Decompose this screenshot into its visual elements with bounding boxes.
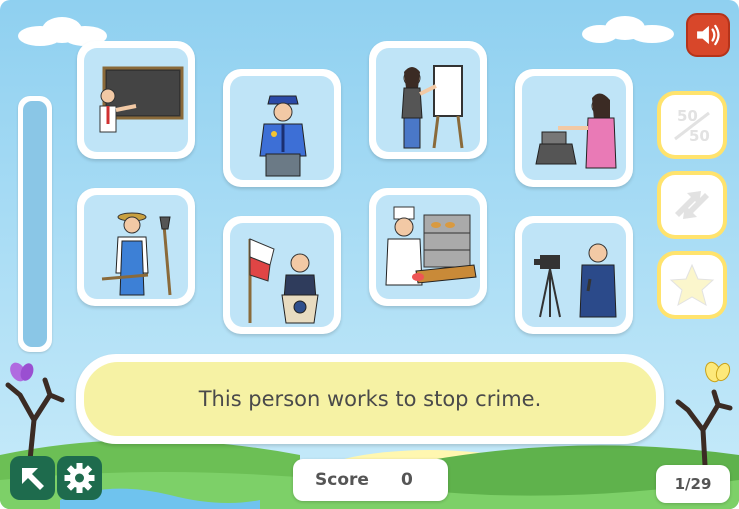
card-teacher[interactable] xyxy=(77,41,195,159)
painter-at-easel-icon xyxy=(401,65,464,149)
lifeline-swap-button[interactable] xyxy=(657,171,727,239)
card-farmer[interactable] xyxy=(77,188,195,306)
politician-at-podium-icon xyxy=(248,238,319,324)
card-baker[interactable] xyxy=(369,188,487,306)
police-officer-icon xyxy=(259,95,307,177)
speaker-icon xyxy=(697,24,720,46)
progress-bar-track xyxy=(23,101,47,347)
question-counter-text: 1/29 xyxy=(674,475,712,493)
cashier-at-register-icon xyxy=(535,93,617,169)
sound-button[interactable] xyxy=(686,13,730,57)
settings-button[interactable] xyxy=(57,456,102,500)
lifeline-star-button[interactable] xyxy=(657,251,727,319)
baker-with-bread-icon xyxy=(385,206,477,286)
reporter-with-camera-icon xyxy=(534,243,617,318)
farmer-with-tools-icon xyxy=(101,212,172,296)
exit-arrow-icon xyxy=(22,468,44,490)
svg-text:50: 50 xyxy=(689,127,710,145)
teacher-at-chalkboard-icon xyxy=(99,66,184,133)
gear-icon xyxy=(64,463,95,493)
card-reporter[interactable] xyxy=(515,216,633,334)
exit-button[interactable] xyxy=(10,456,55,500)
score-value: 0 xyxy=(401,470,413,490)
card-painter[interactable] xyxy=(369,41,487,159)
progress-bar xyxy=(18,96,52,352)
card-politician[interactable] xyxy=(223,216,341,334)
clue-text: This person works to stop crime. xyxy=(198,387,542,411)
swap-arrows-icon xyxy=(675,191,709,219)
score-panel: Score 0 xyxy=(293,459,448,501)
star-icon xyxy=(669,263,715,307)
score-label: Score xyxy=(315,470,369,490)
card-cashier[interactable] xyxy=(515,69,633,187)
card-police-officer[interactable] xyxy=(223,69,341,187)
game-stage: This person works to stop crime. 50 50 S… xyxy=(0,0,739,509)
fifty-fifty-icon: 50 50 xyxy=(674,107,710,145)
question-counter: 1/29 xyxy=(656,465,730,503)
clue-panel: This person works to stop crime. xyxy=(76,354,664,444)
lifeline-fifty-fifty-button[interactable]: 50 50 xyxy=(657,91,727,159)
